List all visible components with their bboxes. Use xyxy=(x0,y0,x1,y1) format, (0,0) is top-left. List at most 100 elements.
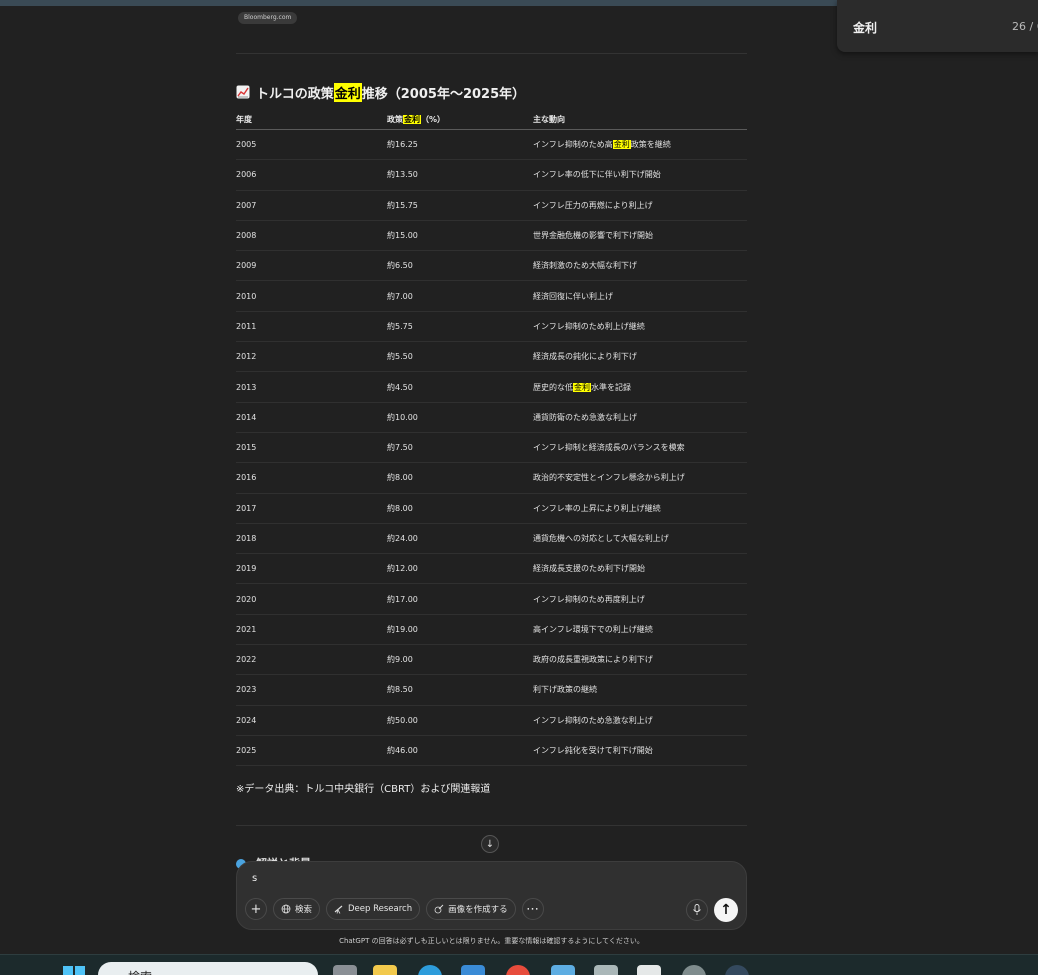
table-row: 2015 約7.50 インフレ抑制と経済成長のバランスを模索 xyxy=(236,433,747,464)
add-button[interactable]: + xyxy=(245,898,267,920)
table-row: 2019 約12.00 経済成長支援のため利下げ開始 xyxy=(236,554,747,585)
table-heading: トルコの政策 金利 推移（2005年〜2025年） xyxy=(236,82,525,102)
cell-year: 2008 xyxy=(236,231,257,241)
cell-rate: 約15.00 xyxy=(387,231,418,241)
microphone-icon xyxy=(693,904,701,915)
cell-year: 2007 xyxy=(236,200,257,210)
arrow-up-icon: ↑ xyxy=(720,902,732,918)
chart-increasing-icon xyxy=(236,85,250,99)
table-row: 2007 約15.75 インフレ圧力の再燃により利上げ xyxy=(236,191,747,221)
table-row: 2012 約5.50 経済成長の鈍化により利下げ xyxy=(236,342,747,373)
cell-rate: 約4.50 xyxy=(387,382,413,392)
cell-rate: 約19.00 xyxy=(387,624,418,634)
cell-trend: インフレ抑制のため再度利上げ xyxy=(533,594,747,605)
telescope-icon xyxy=(334,905,343,914)
trend-text: 利下げ政策の継続 xyxy=(533,685,597,695)
cell-trend: インフレ率の上昇により利上げ継続 xyxy=(533,503,747,514)
cell-trend: インフレ抑制のため利上げ継続 xyxy=(533,321,747,332)
search-button[interactable]: 検索 xyxy=(273,898,321,920)
cell-year: 2013 xyxy=(236,382,257,392)
header-rate: 政策金利（%） xyxy=(387,114,533,125)
table-row: 2013 約4.50 歴史的な低金利水準を記録 xyxy=(236,372,747,403)
cell-rate: 約7.50 xyxy=(387,443,413,453)
cell-year: 2009 xyxy=(236,261,257,271)
divider xyxy=(236,53,747,54)
taskbar-search-box[interactable]: 検索 xyxy=(98,962,318,975)
create-image-button[interactable]: 画像を作成する xyxy=(426,898,516,920)
trend-text: 通貨危機への対応として大幅な利上げ xyxy=(533,534,669,543)
trend-text: インフレ抑制のため急激な利上げ xyxy=(533,715,653,725)
cell-trend: インフレ抑制と経済成長のバランスを模索 xyxy=(533,442,747,453)
cell-year: 2006 xyxy=(236,170,257,180)
trend-text-after: 水準を記録 xyxy=(591,382,631,392)
trend-text: インフレ鈍化を受けて利下げ開始 xyxy=(533,746,653,756)
cell-trend: インフレ率の低下に伴い利下げ開始 xyxy=(533,169,747,180)
table-row: 2023 約8.50 利下げ政策の継続 xyxy=(236,675,747,706)
cell-trend: インフレ抑制のため急激な利上げ xyxy=(533,715,747,726)
table-row: 2010 約7.00 経済回復に伴い利上げ xyxy=(236,281,747,312)
more-options-button[interactable]: ⋯ xyxy=(521,898,544,920)
header-rate-before: 政策 xyxy=(387,115,403,124)
chat-composer: s + 検索 Deep Research 画像を作成する ⋯ ↑ xyxy=(236,861,747,930)
cell-year: 2022 xyxy=(236,655,257,665)
heading-text-after: 推移（2005年〜2025年） xyxy=(361,86,526,102)
table-row: 2017 約8.00 インフレ率の上昇により利上げ継続 xyxy=(236,494,747,524)
cell-year: 2018 xyxy=(236,534,257,543)
image-brush-icon xyxy=(434,904,444,914)
table-row: 2024 約50.00 インフレ抑制のため急激な利上げ xyxy=(236,706,747,736)
microphone-button[interactable] xyxy=(686,899,708,921)
cell-trend: 経済回復に伴い利上げ xyxy=(533,291,747,302)
cell-trend: 利下げ政策の継続 xyxy=(533,684,747,695)
trend-text: インフレ抑制と経済成長のバランスを模索 xyxy=(533,443,685,453)
cell-trend: 経済成長支援のため利下げ開始 xyxy=(533,563,747,574)
prompt-input[interactable]: s xyxy=(252,873,257,884)
cell-year: 2005 xyxy=(236,140,257,150)
find-in-page-bar: 金利 26 / 6 xyxy=(837,0,1038,52)
cell-rate: 約12.00 xyxy=(387,564,418,574)
table-row: 2018 約24.00 通貨危機への対応として大幅な利上げ xyxy=(236,524,747,555)
cell-year: 2015 xyxy=(236,443,257,453)
cell-year: 2012 xyxy=(236,352,257,362)
table-row: 2006 約13.50 インフレ率の低下に伴い利下げ開始 xyxy=(236,160,747,191)
trend-text: 経済成長支援のため利下げ開始 xyxy=(533,564,645,574)
trend-text: インフレ抑制のため高 xyxy=(533,140,613,150)
cell-rate: 約8.00 xyxy=(387,503,413,513)
trend-text: インフレ率の低下に伴い利下げ開始 xyxy=(533,170,661,180)
disclaimer: ChatGPT の回答は必ずしも正しいとは限りません。重要な情報は確認するように… xyxy=(339,937,644,945)
source-chip[interactable]: Bloomberg.com xyxy=(238,12,298,24)
cell-rate: 約7.00 xyxy=(387,291,413,301)
arrow-down-icon: ↓ xyxy=(485,838,495,850)
cell-year: 2014 xyxy=(236,412,257,422)
cell-trend: 歴史的な低金利水準を記録 xyxy=(533,382,747,393)
send-button[interactable]: ↑ xyxy=(714,898,738,922)
cell-year: 2020 xyxy=(236,594,257,604)
cell-trend: インフレ抑制のため高金利政策を継続 xyxy=(533,139,747,150)
cell-rate: 約17.00 xyxy=(387,594,418,604)
table-row: 2008 約15.00 世界金融危機の影響で利下げ開始 xyxy=(236,221,747,252)
trend-text: 歴史的な低 xyxy=(533,382,573,392)
trend-text-after: 政策を継続 xyxy=(630,140,671,150)
cell-rate: 約5.75 xyxy=(387,321,413,331)
cell-year: 2025 xyxy=(236,746,257,756)
footnote: ※データ出典：トルコ中央銀行（CBRT）および関連報道 xyxy=(236,784,491,795)
cell-rate: 約13.50 xyxy=(387,170,418,180)
find-query-input[interactable]: 金利 xyxy=(853,19,877,36)
deep-research-button[interactable]: Deep Research xyxy=(326,898,421,920)
trend-text: 経済回復に伴い利上げ xyxy=(533,291,613,301)
cell-trend: 世界金融危機の影響で利下げ開始 xyxy=(533,230,747,241)
cell-rate: 約9.00 xyxy=(387,655,413,665)
cell-rate: 約46.00 xyxy=(387,746,418,756)
scroll-down-button[interactable]: ↓ xyxy=(481,835,499,853)
trend-highlight: 金利 xyxy=(573,382,591,392)
cell-trend: 経済成長の鈍化により利下げ xyxy=(533,351,747,362)
cell-trend: インフレ圧力の再燃により利上げ xyxy=(533,200,747,211)
heading-text-before: トルコの政策 xyxy=(256,86,334,102)
taskbar-search-label: 検索 xyxy=(128,970,152,975)
cell-trend: 経済刺激のため大幅な利下げ xyxy=(533,260,747,271)
table-row: 2011 約5.75 インフレ抑制のため利上げ継続 xyxy=(236,312,747,343)
interest-rate-table: 年度 政策金利（%） 主な動向 2005 約16.25 インフレ抑制のため高金利政策… xyxy=(236,110,747,767)
table-row: 2005 約16.25 インフレ抑制のため高金利政策を継続 xyxy=(236,130,747,161)
trend-text: 通貨防衛のため急激な利上げ xyxy=(533,412,637,422)
search-button-label: 検索 xyxy=(295,905,313,915)
table-row: 2016 約8.00 政治的不安定性とインフレ懸念から利上げ xyxy=(236,463,747,494)
